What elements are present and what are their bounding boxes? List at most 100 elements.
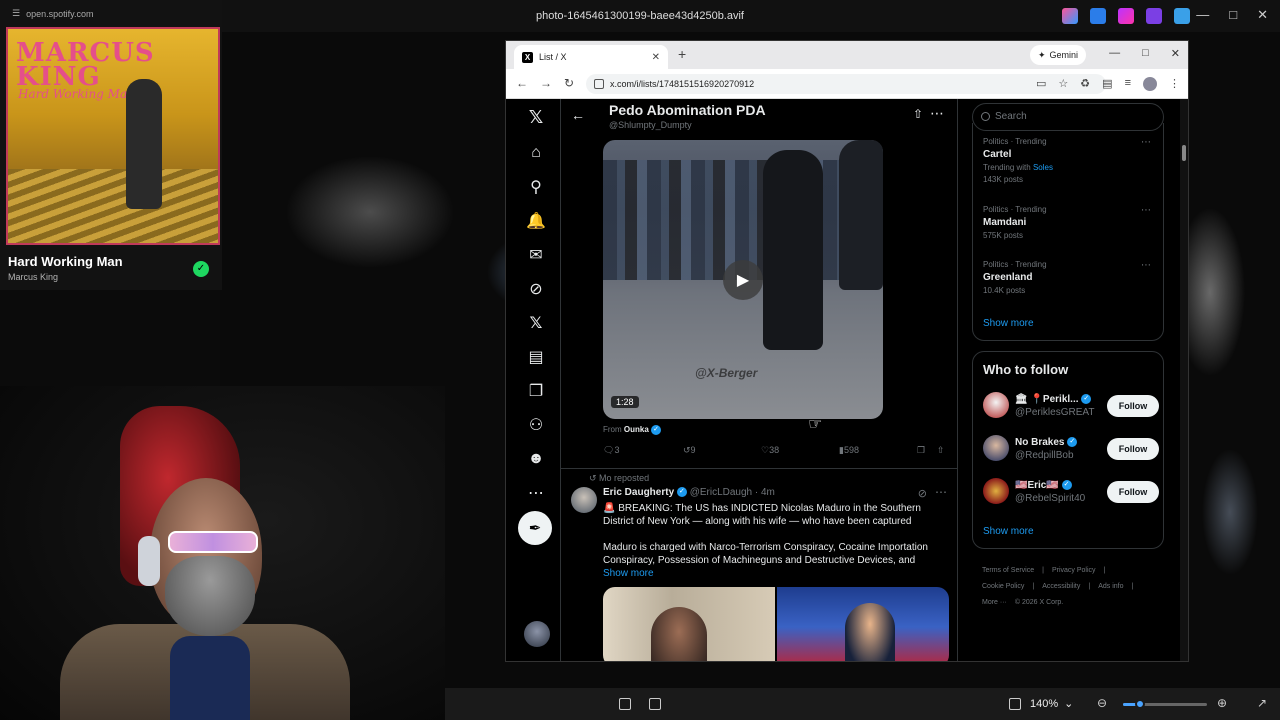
minimize-icon[interactable]: — xyxy=(1196,7,1209,23)
bookmark-icon[interactable]: ❐ xyxy=(524,379,548,403)
views-action[interactable]: ▮ 598 xyxy=(839,445,859,456)
follow-button[interactable]: Follow xyxy=(1107,481,1159,503)
search-icon[interactable]: ⚲ xyxy=(524,175,548,199)
post-feather-icon[interactable]: ✒ xyxy=(518,511,552,545)
zoom-out-icon[interactable]: ⊖ xyxy=(1097,696,1107,710)
reposted-by[interactable]: ↺ Mo reposted xyxy=(589,473,649,484)
site-info-icon[interactable] xyxy=(594,79,604,89)
footer-cookie[interactable]: Cookie Policy xyxy=(982,583,1024,590)
cloud-icon[interactable] xyxy=(1174,8,1190,24)
follow-suggestion[interactable]: 🇺🇸Eric🇺🇸 ✓ @RebelSpirit40 Follow xyxy=(983,478,1159,508)
more-icon[interactable]: ⋯ xyxy=(1141,260,1151,271)
grok-icon[interactable]: ⊘ xyxy=(524,277,548,301)
trend-item[interactable]: Politics · Trending Mamdani 575K posts ⋯ xyxy=(983,205,1159,240)
new-tab-icon[interactable]: + xyxy=(678,46,686,62)
paint-icon[interactable] xyxy=(1118,8,1134,24)
maximize-icon[interactable]: □ xyxy=(1142,47,1149,60)
account-avatar[interactable] xyxy=(524,621,550,647)
reading-list-icon[interactable]: ≡ xyxy=(1125,77,1131,91)
more-icon[interactable]: ⋯ xyxy=(930,105,945,122)
repost-action[interactable]: ↺ 9 xyxy=(683,445,696,456)
suggestion-name[interactable]: 🇺🇸Eric🇺🇸 ✓ xyxy=(1015,480,1072,491)
more-icon[interactable]: ⋯ xyxy=(1141,205,1151,216)
mail-icon[interactable]: ✉ xyxy=(524,243,548,267)
more-icon[interactable]: ⋯ xyxy=(935,485,947,499)
follow-suggestion[interactable]: No Brakes ✓ @RedpillBob Follow xyxy=(983,435,1159,465)
who-to-follow-show-more[interactable]: Show more xyxy=(983,526,1034,537)
footer-ads-info[interactable]: Ads info xyxy=(1098,583,1123,590)
zoom-slider-knob[interactable] xyxy=(1134,699,1145,709)
back-arrow-icon[interactable]: ← xyxy=(516,76,528,90)
footer-more[interactable]: More ··· xyxy=(982,599,1007,606)
tab-list-x[interactable]: X List / X ✕ xyxy=(514,45,668,69)
suggestion-avatar[interactable] xyxy=(983,435,1009,461)
follow-button[interactable]: Follow xyxy=(1107,395,1159,417)
x-logo-icon[interactable]: 𝕏 xyxy=(524,105,548,129)
play-icon[interactable]: ▶ xyxy=(723,260,763,300)
suggestion-name[interactable]: No Brakes ✓ xyxy=(1015,437,1078,448)
zoom-in-icon[interactable]: ⊕ xyxy=(1217,696,1227,710)
communities-icon[interactable]: ⚇ xyxy=(524,413,548,437)
reply-action[interactable]: 🗨 3 xyxy=(603,445,619,456)
close-icon[interactable]: ✕ xyxy=(1171,47,1180,60)
footer-privacy[interactable]: Privacy Policy xyxy=(1052,567,1096,574)
url-field[interactable]: x.com/i/lists/1748151516920270912 xyxy=(586,74,1106,94)
saved-check-icon[interactable]: ✓ xyxy=(193,261,209,277)
scrollbar-thumb[interactable] xyxy=(1182,145,1186,161)
footer-terms[interactable]: Terms of Service xyxy=(982,567,1034,574)
post-author-avatar[interactable] xyxy=(571,487,597,513)
share-icon[interactable]: ⇧ xyxy=(937,445,945,456)
more-circle-icon[interactable]: ⋯ xyxy=(524,481,548,505)
page-scrollbar[interactable] xyxy=(1180,99,1188,661)
menu-icon[interactable]: ⋮ xyxy=(1169,77,1180,91)
gemini-button[interactable]: ✦ Gemini xyxy=(1030,45,1087,65)
post-image-1[interactable] xyxy=(603,587,775,661)
post-time[interactable]: · 4m xyxy=(755,487,775,498)
show-more-link[interactable]: Show more xyxy=(603,568,654,579)
zoom-slider[interactable] xyxy=(1123,699,1207,709)
post-author-name[interactable]: Eric Daugherty xyxy=(603,487,674,498)
close-icon[interactable]: ✕ xyxy=(1257,7,1268,23)
from-name[interactable]: Ounka xyxy=(624,425,649,434)
profile-icon[interactable]: ☻ xyxy=(524,447,548,471)
video-player[interactable]: ▶ @X-Berger 1:28 xyxy=(603,140,883,419)
track-artist[interactable]: Marcus King xyxy=(8,272,58,282)
reload-icon[interactable]: ↻ xyxy=(564,76,574,90)
settings-icon[interactable]: ☰ xyxy=(12,8,20,19)
bookmark-star-icon[interactable]: ☆ xyxy=(1058,77,1068,91)
trend-meta-link[interactable]: Soles xyxy=(1033,163,1053,172)
extensions-icon[interactable]: ♻ xyxy=(1080,77,1090,91)
install-icon[interactable]: ▭ xyxy=(1036,77,1046,91)
lists-icon[interactable]: ▤ xyxy=(524,345,548,369)
suggestion-avatar[interactable] xyxy=(983,478,1009,504)
minimize-icon[interactable]: — xyxy=(1109,47,1120,60)
bell-icon[interactable]: 🔔 xyxy=(524,209,548,233)
list-owner-handle[interactable]: @Shlumpty_Dumpty xyxy=(609,120,692,130)
fullscreen-icon[interactable] xyxy=(1009,698,1021,710)
trend-item[interactable]: Politics · Trending Cartel Trending with… xyxy=(983,137,1159,184)
profile-avatar[interactable] xyxy=(1143,77,1157,91)
post-media[interactable] xyxy=(603,587,949,661)
follow-suggestion[interactable]: 🏛 📍Perikl... ✓ @PeriklesGREAT Follow xyxy=(983,392,1159,422)
share-icon[interactable]: ⇧ xyxy=(913,107,923,121)
maximize-icon[interactable]: □ xyxy=(1229,7,1237,23)
more-icon[interactable]: ⋯ xyxy=(1141,137,1151,148)
fit-screen-icon[interactable] xyxy=(619,698,631,710)
forward-arrow-icon[interactable]: → xyxy=(540,76,552,90)
x-premium-icon[interactable]: 𝕏 xyxy=(524,311,548,335)
suggestion-avatar[interactable] xyxy=(983,392,1009,418)
like-action[interactable]: ♡ 38 xyxy=(761,445,779,456)
sidebar-icon[interactable]: ▤ xyxy=(1102,77,1112,91)
trend-item[interactable]: Politics · Trending Greenland 10.4K post… xyxy=(983,260,1159,295)
grok-icon[interactable]: ⊘ xyxy=(918,487,927,500)
follow-button[interactable]: Follow xyxy=(1107,438,1159,460)
back-arrow-icon[interactable]: ← xyxy=(571,107,585,123)
zoom-level[interactable]: 140% ⌄ xyxy=(1030,697,1073,711)
copilot-icon[interactable] xyxy=(1062,8,1078,24)
expand-icon[interactable]: ↗ xyxy=(1257,696,1267,710)
edit-icon[interactable] xyxy=(1090,8,1106,24)
suggestion-name[interactable]: 🏛 📍Perikl... ✓ xyxy=(1015,394,1092,405)
home-icon[interactable]: ⌂ xyxy=(524,141,548,165)
text-select-icon[interactable] xyxy=(649,698,661,710)
close-icon[interactable]: ✕ xyxy=(652,52,660,63)
